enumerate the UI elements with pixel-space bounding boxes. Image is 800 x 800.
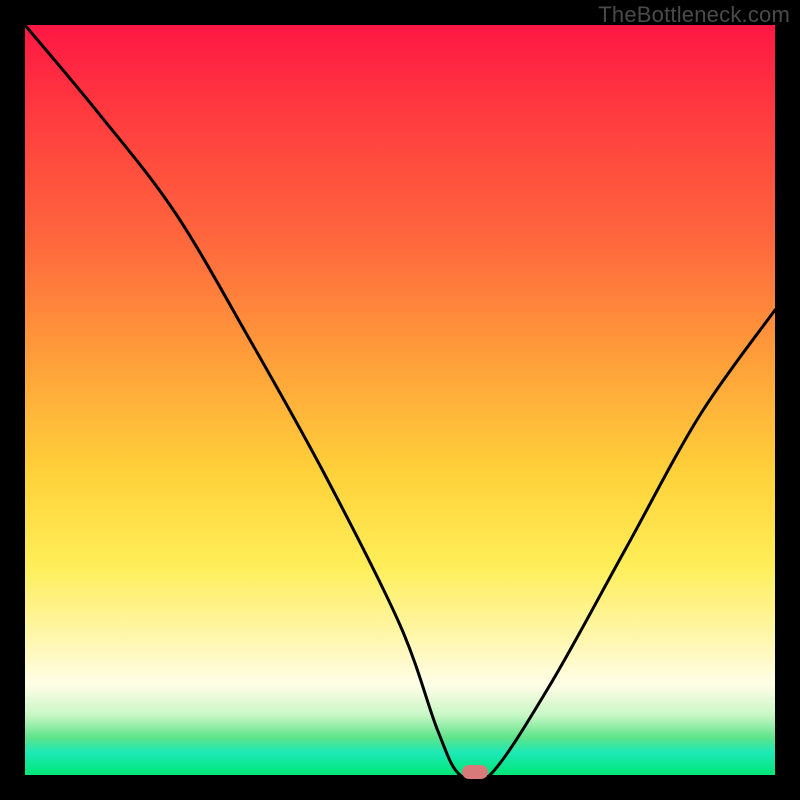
chart-frame: TheBottleneck.com (0, 0, 800, 800)
watermark-text: TheBottleneck.com (598, 2, 790, 28)
plot-area (25, 25, 775, 775)
optimal-marker (462, 765, 488, 779)
bottleneck-curve (25, 25, 775, 775)
